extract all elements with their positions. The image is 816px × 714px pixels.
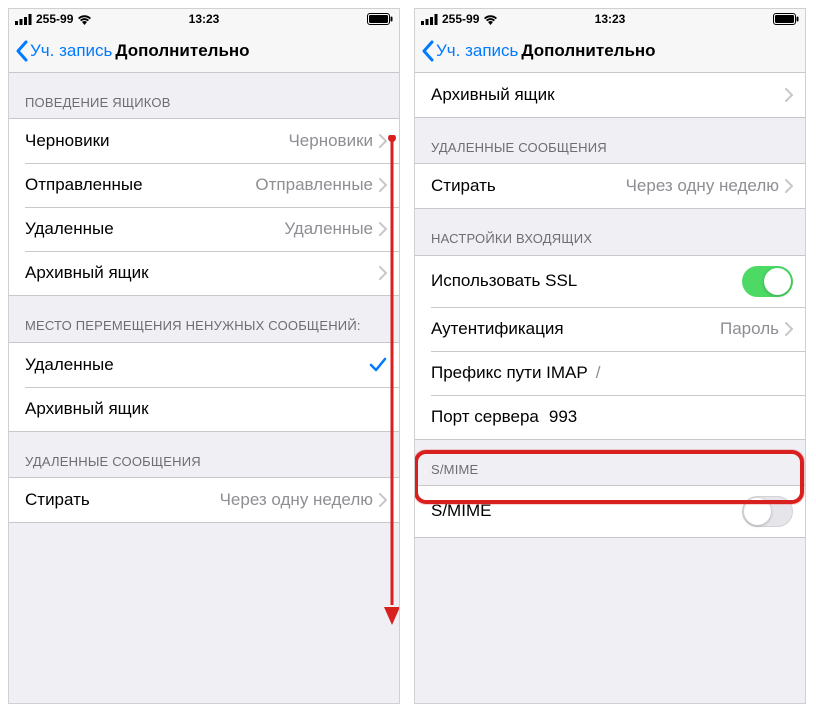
wifi-icon: [77, 14, 92, 25]
section-header-behavior: ПОВЕДЕНИЕ ЯЩИКОВ: [9, 73, 399, 118]
row-value: Отправленные: [255, 175, 373, 195]
list-mailbox-behavior: Черновики Черновики Отправленные Отправл…: [9, 118, 399, 296]
row-label: Удаленные: [25, 355, 114, 375]
nav-title: Дополнительно: [521, 41, 655, 61]
row-label: Стирать: [431, 176, 496, 196]
chevron-right-icon: [379, 266, 387, 280]
row-value: Через одну неделю: [220, 490, 373, 510]
row-opt-archive[interactable]: Архивный ящик: [9, 387, 399, 431]
row-label: Префикс пути IMAP: [431, 363, 588, 383]
chevron-right-icon: [785, 179, 793, 193]
row-value: Удаленные: [284, 219, 373, 239]
row-value: Пароль: [720, 319, 779, 339]
row-label: Архивный ящик: [25, 263, 149, 283]
phone-left: 255-99 13:23 Уч. запись Дополнительно ПО…: [8, 8, 400, 704]
section-header-move: МЕСТО ПЕРЕМЕЩЕНИЯ НЕНУЖНЫХ СООБЩЕНИЙ:: [9, 296, 399, 341]
row-opt-deleted[interactable]: Удаленные: [9, 343, 399, 387]
row-label: S/MIME: [431, 501, 491, 521]
list-smime: S/MIME: [415, 485, 805, 538]
list-move-location: Удаленные Архивный ящик: [9, 342, 399, 432]
checkmark-icon: [369, 357, 387, 373]
content-right: Архивный ящик УДАЛЕННЫЕ СООБЩЕНИЯ Стират…: [415, 73, 805, 538]
nav-bar: Уч. запись Дополнительно: [415, 29, 805, 73]
row-ssl[interactable]: Использовать SSL: [415, 256, 805, 307]
battery-icon: [773, 13, 799, 25]
chevron-left-icon: [15, 40, 28, 62]
signal-icon: [15, 14, 32, 25]
smime-toggle[interactable]: [742, 496, 793, 527]
nav-title: Дополнительно: [115, 41, 249, 61]
battery-icon: [367, 13, 393, 25]
chevron-left-icon: [421, 40, 434, 62]
row-value: Через одну неделю: [626, 176, 779, 196]
row-value: Черновики: [288, 131, 373, 151]
row-label: Стирать: [25, 490, 90, 510]
section-header-deleted: УДАЛЕННЫЕ СООБЩЕНИЯ: [9, 432, 399, 477]
section-header-incoming: НАСТРОЙКИ ВХОДЯЩИХ: [415, 209, 805, 254]
row-label: Аутентификация: [431, 319, 564, 339]
carrier-label: 255-99: [442, 12, 479, 26]
row-erase[interactable]: Стирать Через одну неделю: [9, 478, 399, 522]
back-button[interactable]: Уч. запись: [15, 40, 112, 62]
row-server-port[interactable]: Порт сервера 993: [415, 395, 805, 439]
row-drafts[interactable]: Черновики Черновики: [9, 119, 399, 163]
list-incoming-settings: Использовать SSL Аутентификация Пароль П…: [415, 255, 805, 440]
row-archive[interactable]: Архивный ящик: [9, 251, 399, 295]
list-deleted-msgs: Стирать Через одну неделю: [9, 477, 399, 523]
signal-icon: [421, 14, 438, 25]
chevron-right-icon: [379, 178, 387, 192]
status-bar: 255-99 13:23: [9, 9, 399, 29]
row-label: Удаленные: [25, 219, 114, 239]
clock-label: 13:23: [595, 12, 626, 26]
section-header-deleted: УДАЛЕННЫЕ СООБЩЕНИЯ: [415, 118, 805, 163]
row-deleted[interactable]: Удаленные Удаленные: [9, 207, 399, 251]
chevron-right-icon: [379, 493, 387, 507]
row-label: Архивный ящик: [431, 85, 555, 105]
row-label: Порт сервера: [431, 407, 539, 427]
row-imap-prefix[interactable]: Префикс пути IMAP /: [415, 351, 805, 395]
row-label: Черновики: [25, 131, 110, 151]
wifi-icon: [483, 14, 498, 25]
row-label: Использовать SSL: [431, 271, 577, 291]
section-header-smime: S/MIME: [415, 440, 805, 485]
chevron-right-icon: [379, 222, 387, 236]
carrier-label: 255-99: [36, 12, 73, 26]
row-sent[interactable]: Отправленные Отправленные: [9, 163, 399, 207]
port-value: 993: [549, 407, 577, 427]
back-button[interactable]: Уч. запись: [421, 40, 518, 62]
back-label: Уч. запись: [30, 41, 112, 61]
ssl-toggle[interactable]: [742, 266, 793, 297]
content-left: ПОВЕДЕНИЕ ЯЩИКОВ Черновики Черновики Отп…: [9, 73, 399, 523]
row-archive[interactable]: Архивный ящик: [415, 73, 805, 117]
chevron-right-icon: [785, 88, 793, 102]
row-erase[interactable]: Стирать Через одну неделю: [415, 164, 805, 208]
chevron-right-icon: [379, 134, 387, 148]
list-mailbox-behavior-tail: Архивный ящик: [415, 73, 805, 118]
phone-right: 255-99 13:23 Уч. запись Дополнительно Ар…: [414, 8, 806, 704]
status-bar: 255-99 13:23: [415, 9, 805, 29]
row-auth[interactable]: Аутентификация Пароль: [415, 307, 805, 351]
row-label: Отправленные: [25, 175, 143, 195]
list-deleted-msgs: Стирать Через одну неделю: [415, 163, 805, 209]
nav-bar: Уч. запись Дополнительно: [9, 29, 399, 73]
back-label: Уч. запись: [436, 41, 518, 61]
row-smime[interactable]: S/MIME: [415, 486, 805, 537]
row-label: Архивный ящик: [25, 399, 149, 419]
clock-label: 13:23: [189, 12, 220, 26]
chevron-right-icon: [785, 322, 793, 336]
row-value: /: [596, 363, 601, 383]
